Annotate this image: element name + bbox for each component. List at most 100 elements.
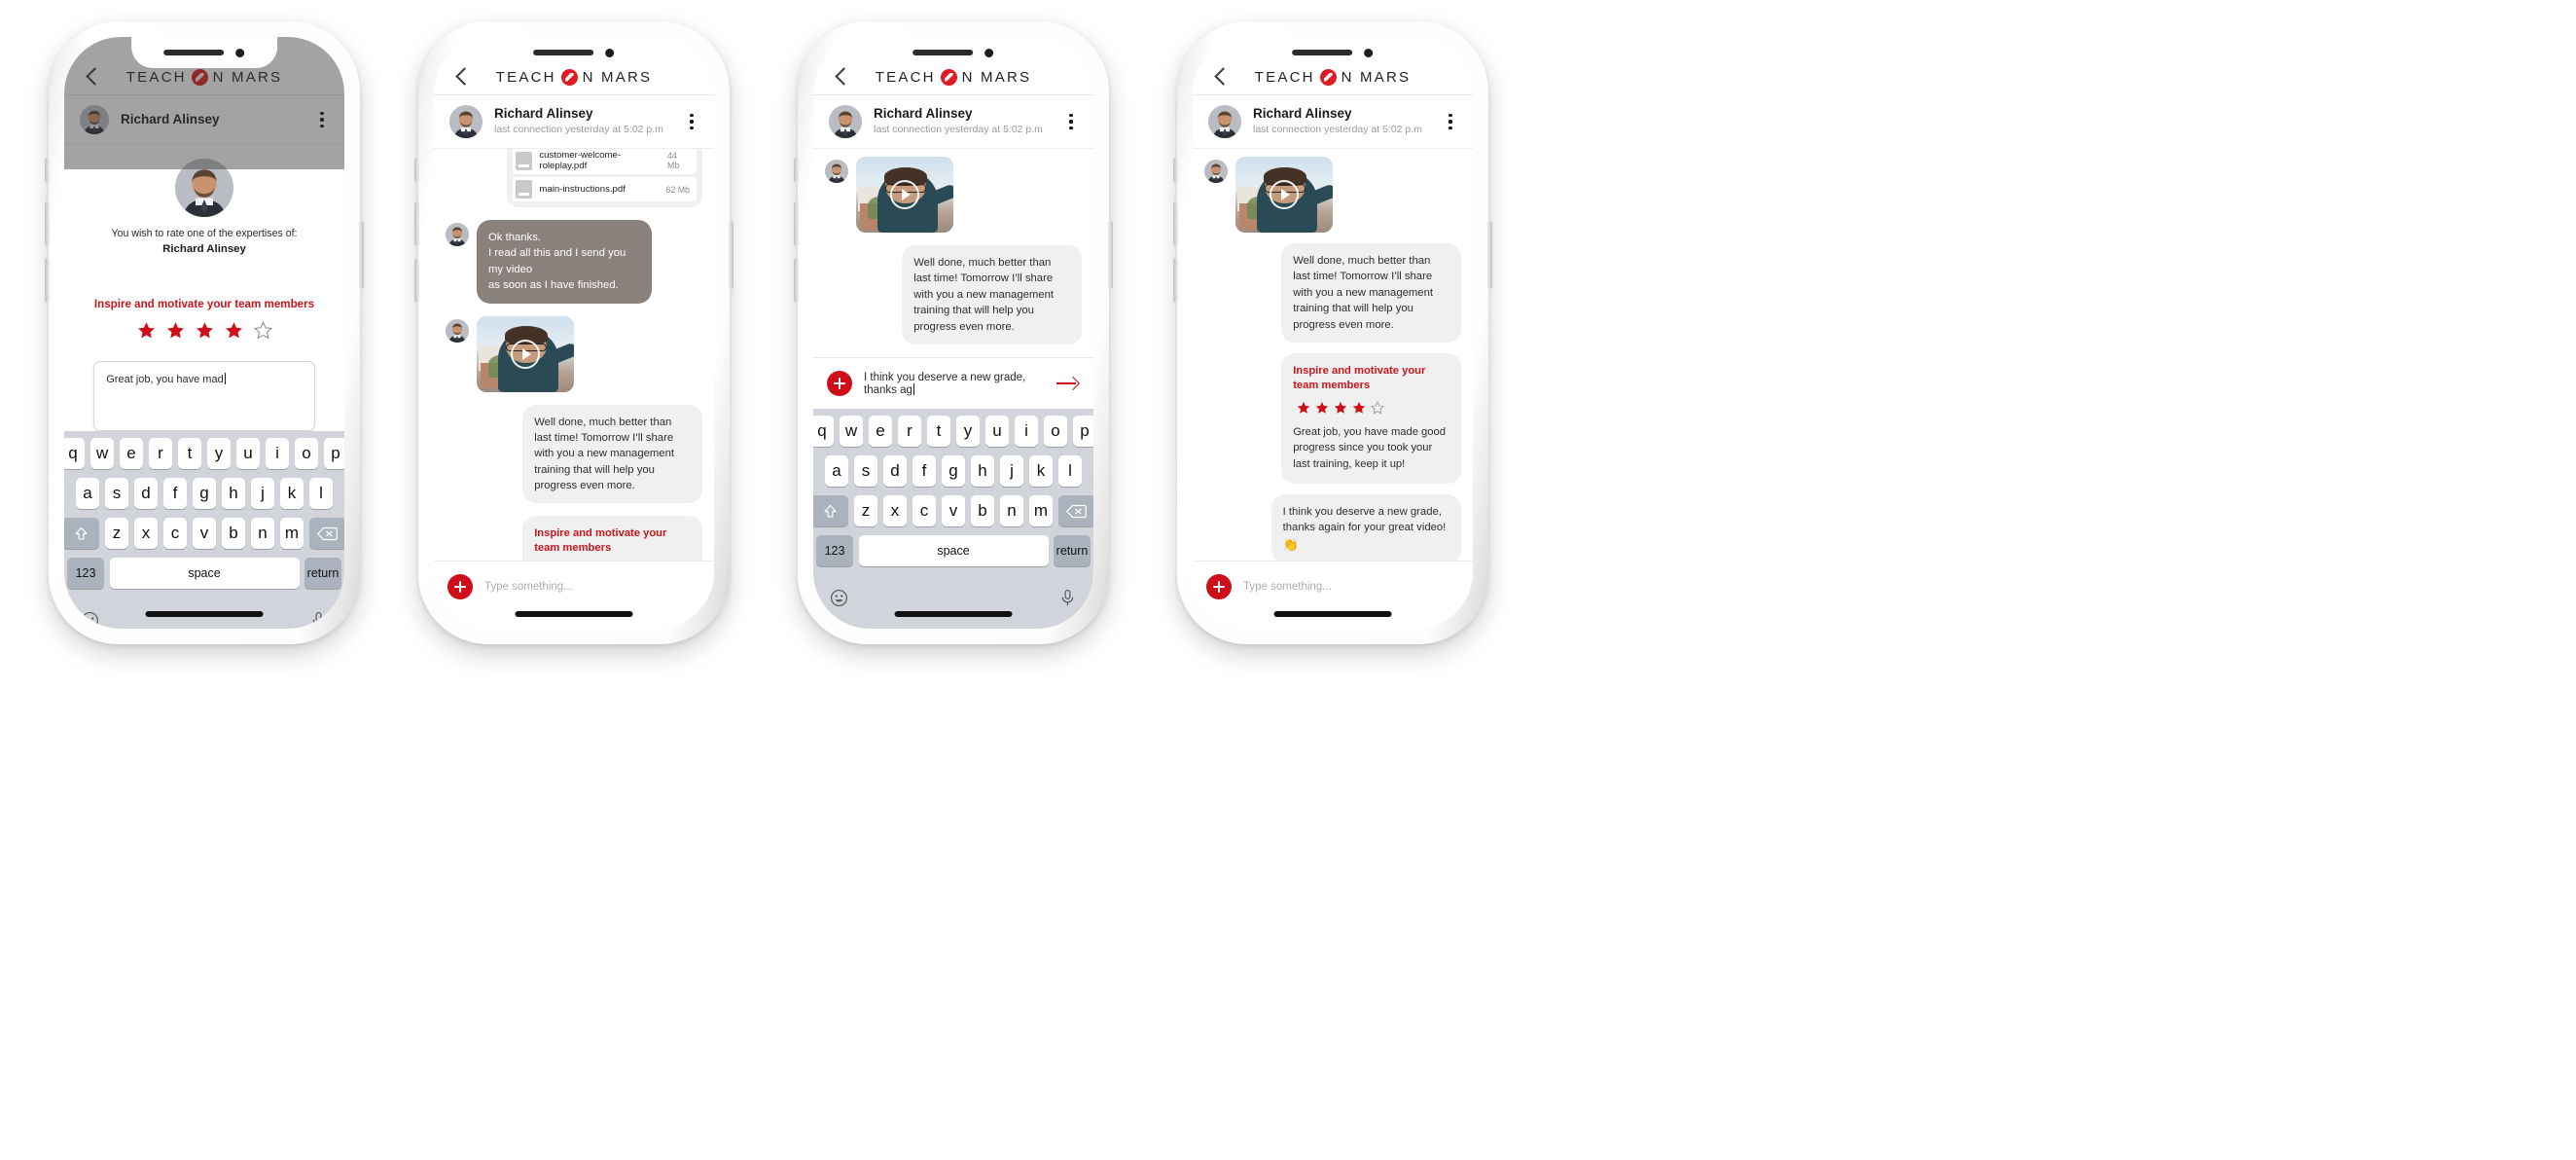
key-s[interactable]: s [853, 455, 878, 487]
key-p[interactable]: p [323, 438, 344, 469]
key-v[interactable]: v [941, 495, 966, 526]
key-v[interactable]: v [192, 518, 217, 549]
video-message-thumbnail[interactable] [1235, 157, 1333, 233]
key-l[interactable]: l [1057, 455, 1083, 487]
conversation-list[interactable]: customer-welcome-roleplay.pdf 44 Mb main… [434, 149, 714, 561]
key-numbers[interactable]: 123 [67, 558, 104, 589]
shift-up-arrow-icon[interactable] [813, 495, 849, 526]
list-item[interactable]: customer-welcome-roleplay.pdf 44 Mb [513, 149, 697, 174]
kebab-menu-icon[interactable] [685, 110, 698, 133]
key-j[interactable]: j [999, 455, 1024, 487]
key-u[interactable]: u [984, 416, 1010, 447]
key-b[interactable]: b [221, 518, 246, 549]
key-y[interactable]: y [955, 416, 981, 447]
message-composer[interactable]: Type something... [1193, 561, 1473, 629]
key-f[interactable]: f [912, 455, 937, 487]
message-input[interactable]: Type something... [1243, 581, 1457, 593]
backspace-delete-icon[interactable] [308, 518, 344, 549]
key-c[interactable]: c [912, 495, 937, 526]
emoji-smiley-icon[interactable] [81, 611, 99, 629]
key-j[interactable]: j [250, 478, 275, 509]
key-l[interactable]: l [308, 478, 334, 509]
add-attachment-button[interactable] [827, 371, 852, 396]
play-button-icon[interactable] [1270, 180, 1299, 209]
key-return[interactable]: return [304, 558, 341, 589]
shift-up-arrow-icon[interactable] [64, 518, 100, 549]
key-r[interactable]: r [897, 416, 922, 447]
star-rating[interactable] [137, 321, 272, 340]
play-button-icon[interactable] [511, 339, 540, 369]
key-r[interactable]: r [148, 438, 173, 469]
star-filled-icon[interactable] [137, 321, 156, 340]
conversation-list[interactable]: Well done, much better than last time! T… [813, 149, 1093, 357]
key-a[interactable]: a [824, 455, 849, 487]
key-p[interactable]: p [1072, 416, 1093, 447]
star-filled-icon[interactable] [196, 321, 214, 340]
key-z[interactable]: z [104, 518, 129, 549]
key-b[interactable]: b [970, 495, 995, 526]
key-q[interactable]: q [813, 416, 835, 447]
contact-header[interactable]: Richard Alinsey last connection yesterda… [434, 95, 714, 149]
message-composer[interactable]: Type something... [434, 561, 714, 629]
key-w[interactable]: w [89, 438, 115, 469]
key-g[interactable]: g [192, 478, 217, 509]
key-space[interactable]: space [858, 535, 1049, 566]
key-a[interactable]: a [75, 478, 100, 509]
video-message-thumbnail[interactable] [477, 315, 574, 392]
key-o[interactable]: o [294, 438, 319, 469]
key-t[interactable]: t [177, 438, 202, 469]
list-item[interactable]: main-instructions.pdf 62 Mb [513, 177, 697, 201]
back-chevron-icon[interactable] [82, 66, 103, 88]
key-e[interactable]: e [868, 416, 893, 447]
kebab-menu-icon[interactable] [315, 108, 329, 131]
key-y[interactable]: y [206, 438, 232, 469]
message-input[interactable]: Type something... [484, 581, 698, 593]
contact-header[interactable]: Richard Alinsey [64, 95, 344, 145]
key-numbers[interactable]: 123 [816, 535, 853, 566]
key-e[interactable]: e [119, 438, 144, 469]
key-d[interactable]: d [133, 478, 159, 509]
rating-comment-input[interactable]: Great job, you have mad [93, 361, 315, 431]
key-w[interactable]: w [839, 416, 864, 447]
contact-header[interactable]: Richard Alinsey last connection yesterda… [813, 95, 1093, 149]
contact-header[interactable]: Richard Alinsey last connection yesterda… [1193, 95, 1473, 149]
key-u[interactable]: u [235, 438, 261, 469]
key-k[interactable]: k [1028, 455, 1054, 487]
key-s[interactable]: s [104, 478, 129, 509]
key-h[interactable]: h [221, 478, 246, 509]
key-g[interactable]: g [941, 455, 966, 487]
message-input[interactable]: I think you deserve a new grade, thanks … [864, 372, 1045, 396]
message-composer[interactable]: I think you deserve a new grade, thanks … [813, 357, 1093, 409]
back-chevron-icon[interactable] [1210, 66, 1232, 88]
back-chevron-icon[interactable] [451, 66, 473, 88]
key-f[interactable]: f [162, 478, 188, 509]
conversation-list[interactable]: Well done, much better than last time! T… [1193, 149, 1473, 561]
play-button-icon[interactable] [890, 180, 919, 209]
kebab-menu-icon[interactable] [1064, 110, 1078, 133]
key-space[interactable]: space [109, 558, 300, 589]
star-filled-icon[interactable] [225, 321, 243, 340]
star-empty-icon[interactable] [253, 321, 272, 340]
send-arrow-icon[interactable] [1056, 377, 1078, 390]
key-n[interactable]: n [250, 518, 275, 549]
key-t[interactable]: t [926, 416, 951, 447]
key-x[interactable]: x [882, 495, 908, 526]
star-filled-icon[interactable] [166, 321, 185, 340]
key-i[interactable]: i [265, 438, 290, 469]
microphone-icon[interactable] [1058, 589, 1077, 607]
microphone-icon[interactable] [309, 611, 328, 629]
key-h[interactable]: h [970, 455, 995, 487]
key-n[interactable]: n [999, 495, 1024, 526]
key-q[interactable]: q [64, 438, 86, 469]
key-x[interactable]: x [133, 518, 159, 549]
key-return[interactable]: return [1054, 535, 1091, 566]
key-i[interactable]: i [1014, 416, 1039, 447]
key-m[interactable]: m [1028, 495, 1054, 526]
add-attachment-button[interactable] [447, 574, 473, 599]
key-c[interactable]: c [162, 518, 188, 549]
key-z[interactable]: z [853, 495, 878, 526]
back-chevron-icon[interactable] [831, 66, 852, 88]
backspace-delete-icon[interactable] [1057, 495, 1093, 526]
key-d[interactable]: d [882, 455, 908, 487]
key-o[interactable]: o [1043, 416, 1068, 447]
